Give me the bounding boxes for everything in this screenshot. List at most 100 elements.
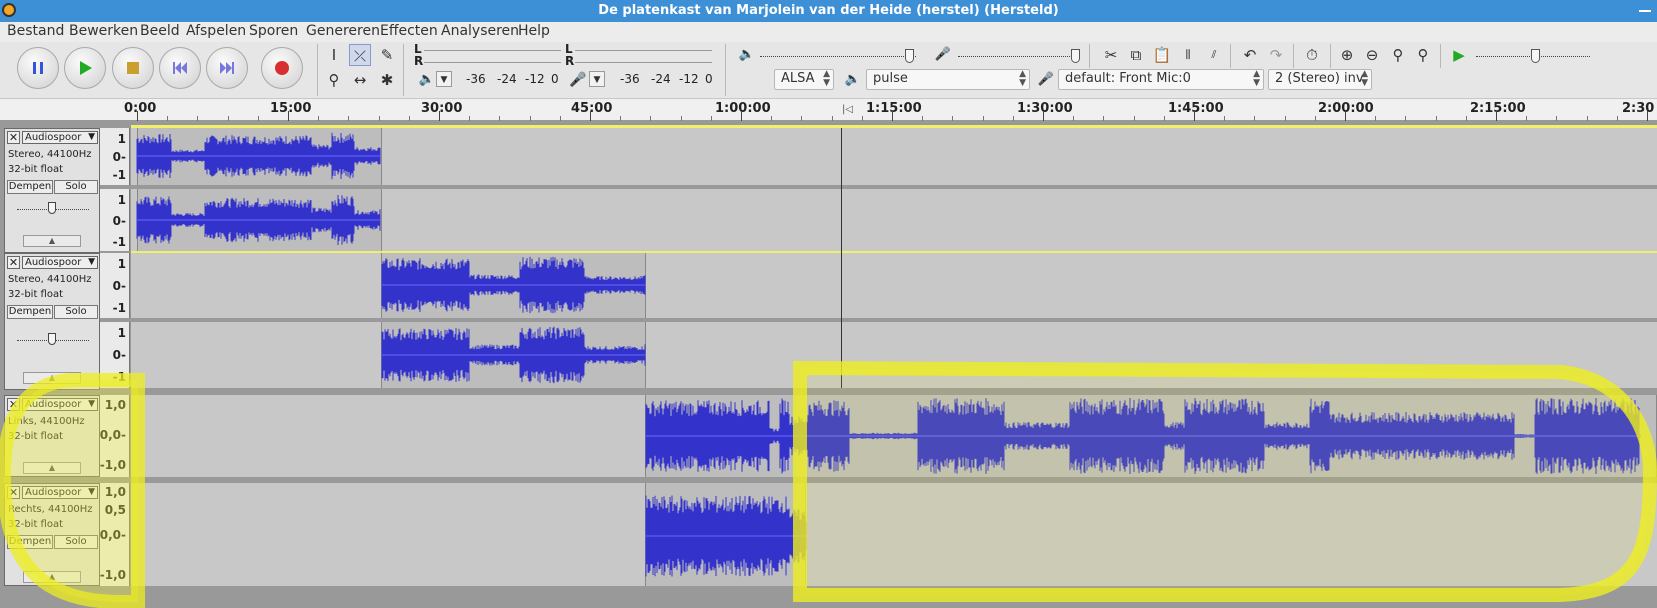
track-2-left-clip[interactable] (381, 253, 646, 318)
track-4-clip[interactable] (645, 483, 806, 586)
record-button[interactable] (261, 47, 303, 89)
track-3-control-panel[interactable]: ✕ Audiospoor ▼ Links, 44100Hz 32-bit floa… (4, 395, 100, 477)
zoom-tool-icon[interactable]: ⚲ (323, 69, 345, 91)
track-2-right-vertical-ruler: 1 0- -1 (100, 322, 130, 388)
record-meter-right-bar[interactable] (424, 62, 561, 63)
recording-volume-thumb[interactable] (1071, 49, 1080, 63)
play-button[interactable] (64, 47, 106, 89)
track-2-right-channel-lane[interactable] (131, 322, 1657, 388)
track-1-close-icon[interactable]: ✕ (7, 131, 20, 144)
menu-beeld[interactable]: Beeld (140, 23, 180, 39)
track-2-left-channel-lane[interactable] (131, 253, 1657, 318)
track-1-right-clip[interactable] (137, 189, 382, 251)
track-2-collapse-button[interactable]: ▲ (23, 372, 81, 384)
microphone-icon[interactable]: 🎤 (567, 69, 589, 91)
undo-icon[interactable]: ↶ (1239, 44, 1261, 66)
record-meter-left-bar[interactable] (424, 50, 561, 51)
fit-selection-icon[interactable]: ⚲ (1387, 44, 1409, 66)
menu-bewerken[interactable]: Bewerken (69, 23, 138, 39)
minimize-icon[interactable] (1639, 10, 1651, 12)
zoom-out-icon[interactable]: ⊖ (1361, 44, 1383, 66)
play-at-speed-icon[interactable]: ▶ (1448, 44, 1470, 66)
skip-to-end-button[interactable] (206, 47, 248, 89)
menu-bestand[interactable]: Bestand (7, 23, 64, 39)
playback-volume-thumb[interactable] (905, 49, 914, 63)
track-3-close-icon[interactable]: ✕ (7, 398, 20, 411)
pause-button[interactable] (17, 47, 59, 89)
record-meter-menu-chevron-icon[interactable]: ▼ (589, 71, 605, 87)
track-3-clip[interactable] (645, 395, 1657, 477)
track-2-right-clip[interactable] (381, 322, 646, 388)
recording-channels-select[interactable]: 2 (Stereo) inv ▲ ▼ (1268, 69, 1372, 90)
recording-channels-value: 2 (Stereo) inv (1275, 71, 1364, 86)
track-1r-scale-mid: 0- (112, 214, 126, 228)
playback-meter-menu-chevron-icon[interactable]: ▼ (436, 71, 452, 87)
timeline-ruler[interactable] (0, 99, 1657, 121)
playback-volume-slider[interactable] (760, 56, 916, 57)
track-1-mute-button[interactable]: Dempen (7, 180, 53, 194)
playback-device-speaker-icon: 🔈 (844, 72, 862, 87)
track-2-solo-button[interactable]: Solo (54, 305, 98, 319)
track-4-collapse-button[interactable]: ▲ (23, 571, 81, 583)
title-bar: De platenkast van Marjolein van der Heid… (0, 0, 1657, 22)
play-meter-right-bar[interactable] (575, 62, 712, 63)
track-4-solo-button[interactable]: Solo (54, 535, 98, 549)
track-4-control-panel[interactable]: ✕ Audiospoor ▼ Rechts, 44100Hz 32-bit flo… (4, 483, 100, 586)
draw-tool-icon[interactable]: ✎ (376, 44, 398, 66)
recording-volume-slider[interactable] (958, 56, 1076, 57)
spin-arrows-icon: ▲ ▼ (823, 69, 830, 88)
sync-lock-icon[interactable]: ⏱ (1301, 44, 1323, 66)
track-2-control-panel[interactable]: ✕ Audiospoor ▼ Stereo, 44100Hz 32-bit flo… (4, 253, 100, 390)
menu-help[interactable]: Help (518, 23, 550, 39)
trim-audio-icon[interactable]: ⫼ (1177, 44, 1199, 66)
track-1-name-menu[interactable]: Audiospoor ▼ (22, 131, 98, 144)
speaker-icon[interactable]: 🔈 (416, 69, 438, 91)
envelope-tool-icon[interactable]: ⤫ (349, 44, 371, 66)
timeshift-tool-icon[interactable]: ↔ (349, 69, 371, 91)
track-4-name-menu[interactable]: Audiospoor ▼ (22, 486, 98, 499)
fit-project-icon[interactable]: ⚲ (1412, 44, 1434, 66)
menu-genereren[interactable]: Genereren (306, 23, 380, 39)
track-1-solo-button[interactable]: Solo (54, 180, 98, 194)
play-speed-thumb[interactable] (1531, 49, 1540, 63)
play-meter-right-label: R (565, 54, 575, 68)
menu-effecten[interactable]: Effecten (380, 23, 438, 39)
audio-host-select[interactable]: ALSA ▲ ▼ (774, 69, 834, 90)
redo-icon[interactable]: ↷ (1265, 44, 1287, 66)
track-3-name-menu[interactable]: Audiospoor ▼ (22, 398, 98, 411)
track-2-name: Audiospoor (25, 257, 82, 268)
track-4-mute-button[interactable]: Dempen (7, 535, 53, 549)
track-1r-scale-max: 1 (117, 193, 126, 207)
track-1-control-panel[interactable]: ✕ Audiospoor ▼ Stereo, 44100Hz 32-bit flo… (4, 128, 100, 253)
zoom-in-icon[interactable]: ⊕ (1336, 44, 1358, 66)
record-meter-right-label: R (414, 54, 424, 68)
track-4-lane[interactable] (131, 483, 1657, 586)
timeline-major-tick (439, 111, 440, 121)
stop-button[interactable] (112, 47, 154, 89)
menu-afspelen[interactable]: Afspelen (186, 23, 246, 39)
track-2-format: Stereo, 44100Hz (8, 274, 92, 285)
track-1-gain-thumb[interactable] (48, 202, 56, 214)
track-3-collapse-button[interactable]: ▲ (23, 462, 81, 474)
toolbar-separator (1440, 44, 1441, 68)
skip-to-start-button[interactable] (159, 47, 201, 89)
track-2-close-icon[interactable]: ✕ (7, 256, 20, 269)
multi-tool-icon[interactable]: ✱ (376, 69, 398, 91)
cut-icon[interactable]: ✂ (1100, 44, 1122, 66)
paste-icon[interactable]: 📋 (1151, 44, 1173, 66)
track-1-left-clip[interactable] (137, 128, 382, 185)
selection-tool-icon[interactable]: I (323, 44, 345, 66)
track-1-collapse-button[interactable]: ▲ (23, 235, 81, 247)
track-4-close-icon[interactable]: ✕ (7, 486, 20, 499)
play-meter-left-bar[interactable] (575, 50, 712, 51)
playback-device-select[interactable]: pulse ▲ ▼ (866, 69, 1030, 90)
track-2-mute-button[interactable]: Dempen (7, 305, 53, 319)
silence-audio-icon[interactable]: ⫽ (1203, 44, 1225, 66)
track-3-vertical-ruler: 1,0 0,0- -1,0 (100, 395, 130, 477)
track-2-gain-thumb[interactable] (48, 333, 56, 345)
copy-icon[interactable]: ⧉ (1125, 44, 1147, 66)
track-2-name-menu[interactable]: Audiospoor ▼ (22, 256, 98, 269)
menu-analyseren[interactable]: Analyseren (441, 23, 519, 39)
recording-device-select[interactable]: default: Front Mic:0 ▲ ▼ (1058, 69, 1264, 90)
menu-sporen[interactable]: Sporen (249, 23, 298, 39)
